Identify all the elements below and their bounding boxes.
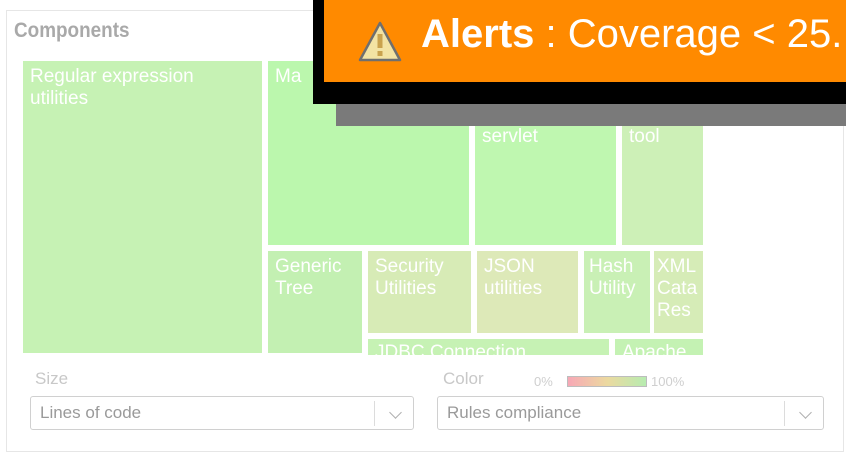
treemap-cell-label: Regular expression utilities [30,66,194,109]
alert-message: : Coverage < 25. [534,12,843,56]
treemap-cell-label: Apache [622,342,687,355]
warning-icon [358,21,402,62]
treemap-cell[interactable]: JDBC Connection [366,337,611,355]
treemap-cell-label: JDBC Connection [375,342,527,355]
treemap-cell[interactable]: Apache [613,337,703,355]
treemap-cell[interactable]: Generic Tree [266,249,364,355]
size-select-value: Lines of code [40,403,142,422]
select-divider [784,401,785,426]
color-legend-max: 100% [651,374,685,389]
treemap-cell-label: Generic Tree [275,256,342,299]
alert-prefix: Alerts [421,12,535,56]
alert-text: Alerts : Coverage < 25. [421,12,842,57]
treemap-cell[interactable]: XML Cata Res [652,249,703,335]
color-select-value: Rules compliance [447,403,582,422]
select-divider [374,401,375,426]
size-label: Size [35,369,69,388]
chevron-down-icon [799,406,812,419]
treemap-cell-label: XML Cata Res [657,256,698,321]
treemap-cell[interactable]: servlet [473,119,618,247]
treemap-cell-label: Security Utilities [375,256,444,299]
treemap-cell-label: Hash Utility [589,256,636,299]
color-label: Color [443,369,484,388]
treemap-cell-label: tool [629,126,660,147]
treemap-cell[interactable]: tool [620,119,703,247]
treemap-cell-label: servlet [482,126,538,147]
color-legend-min: 0% [534,374,553,389]
color-gradient-legend [567,376,647,387]
treemap-cell[interactable]: Regular expression utilities [21,59,264,355]
treemap-cell[interactable]: JSON utilities [475,249,580,335]
treemap-cell[interactable]: Security Utilities [366,249,473,335]
color-select[interactable]: Rules compliance [437,396,824,430]
widget-title: Components [14,19,130,42]
treemap-cell-label: Ma [275,66,302,87]
treemap-cell-label: JSON utilities [484,256,543,299]
treemap-cell[interactable]: Hash Utility [582,249,652,335]
size-select[interactable]: Lines of code [30,396,414,430]
chevron-down-icon [389,406,402,419]
